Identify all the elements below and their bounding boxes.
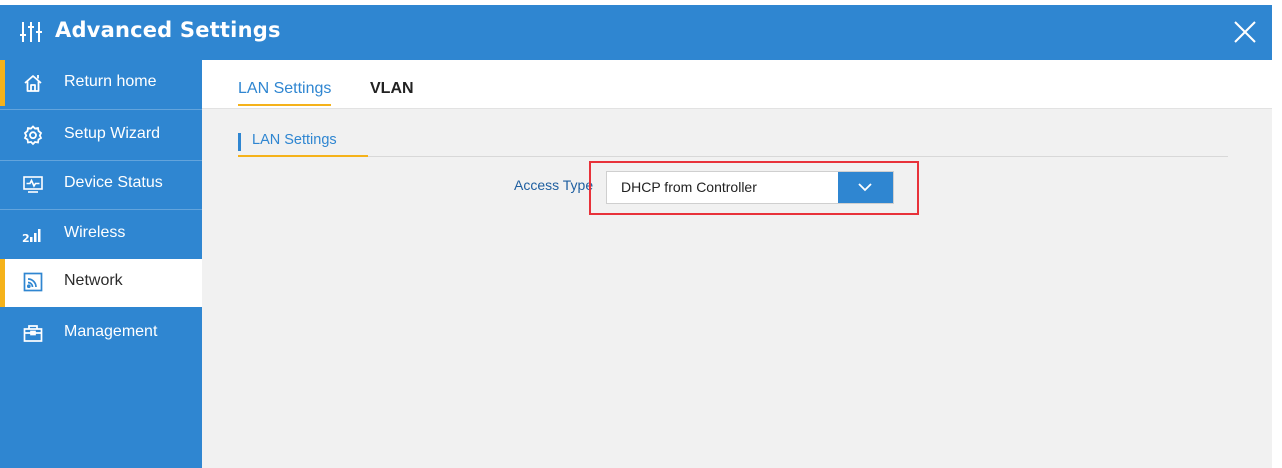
sidebar-item-return-home[interactable]: Return home	[0, 60, 202, 106]
section-header: LAN Settings	[238, 132, 1228, 157]
access-type-value: DHCP from Controller	[621, 179, 757, 195]
advanced-settings-window: Advanced Settings Return home Setup Wiza…	[0, 0, 1282, 468]
network-icon	[23, 272, 43, 292]
sidebar: Return home Setup Wizard Device Status 2…	[0, 60, 202, 468]
sidebar-item-setup-wizard[interactable]: Setup Wizard	[0, 112, 202, 158]
sidebar-item-label: Device Status	[64, 174, 163, 191]
home-icon	[24, 75, 42, 92]
section-title: LAN Settings	[252, 132, 337, 148]
monitor-icon	[23, 176, 43, 193]
tab-bar: LAN Settings VLAN	[202, 60, 1272, 109]
sidebar-item-label: Return home	[64, 73, 157, 90]
svg-text:2: 2	[22, 232, 30, 245]
gear-icon	[23, 125, 43, 146]
divider	[0, 109, 202, 110]
sliders-icon	[20, 22, 42, 42]
access-type-select[interactable]: DHCP from Controller	[606, 171, 894, 204]
sidebar-item-wireless[interactable]: 2 Wireless	[0, 211, 202, 257]
main-content: LAN Settings VLAN LAN Settings Access Ty…	[202, 60, 1272, 468]
dropdown-button[interactable]	[838, 172, 893, 203]
window-title: Advanced Settings	[55, 18, 281, 42]
toolbox-icon	[23, 325, 43, 342]
section-marker	[238, 133, 241, 151]
sidebar-item-network[interactable]: Network	[0, 259, 202, 307]
sidebar-item-label: Wireless	[64, 224, 126, 241]
chevron-down-icon	[858, 183, 872, 192]
sidebar-item-label: Setup Wizard	[64, 125, 161, 142]
access-type-label: Access Type	[514, 177, 594, 193]
signal-icon: 2	[22, 229, 41, 245]
section-underline	[238, 155, 368, 157]
close-icon[interactable]	[1232, 19, 1258, 45]
tab-vlan[interactable]: VLAN	[370, 80, 414, 104]
sidebar-item-management[interactable]: Management	[0, 310, 202, 356]
sidebar-item-label: Management	[64, 323, 158, 340]
divider	[0, 209, 202, 210]
sidebar-item-label: Network	[64, 272, 123, 289]
sidebar-item-device-status[interactable]: Device Status	[0, 161, 202, 207]
tab-lan-settings[interactable]: LAN Settings	[238, 80, 332, 106]
title-bar: Advanced Settings	[0, 5, 1272, 60]
